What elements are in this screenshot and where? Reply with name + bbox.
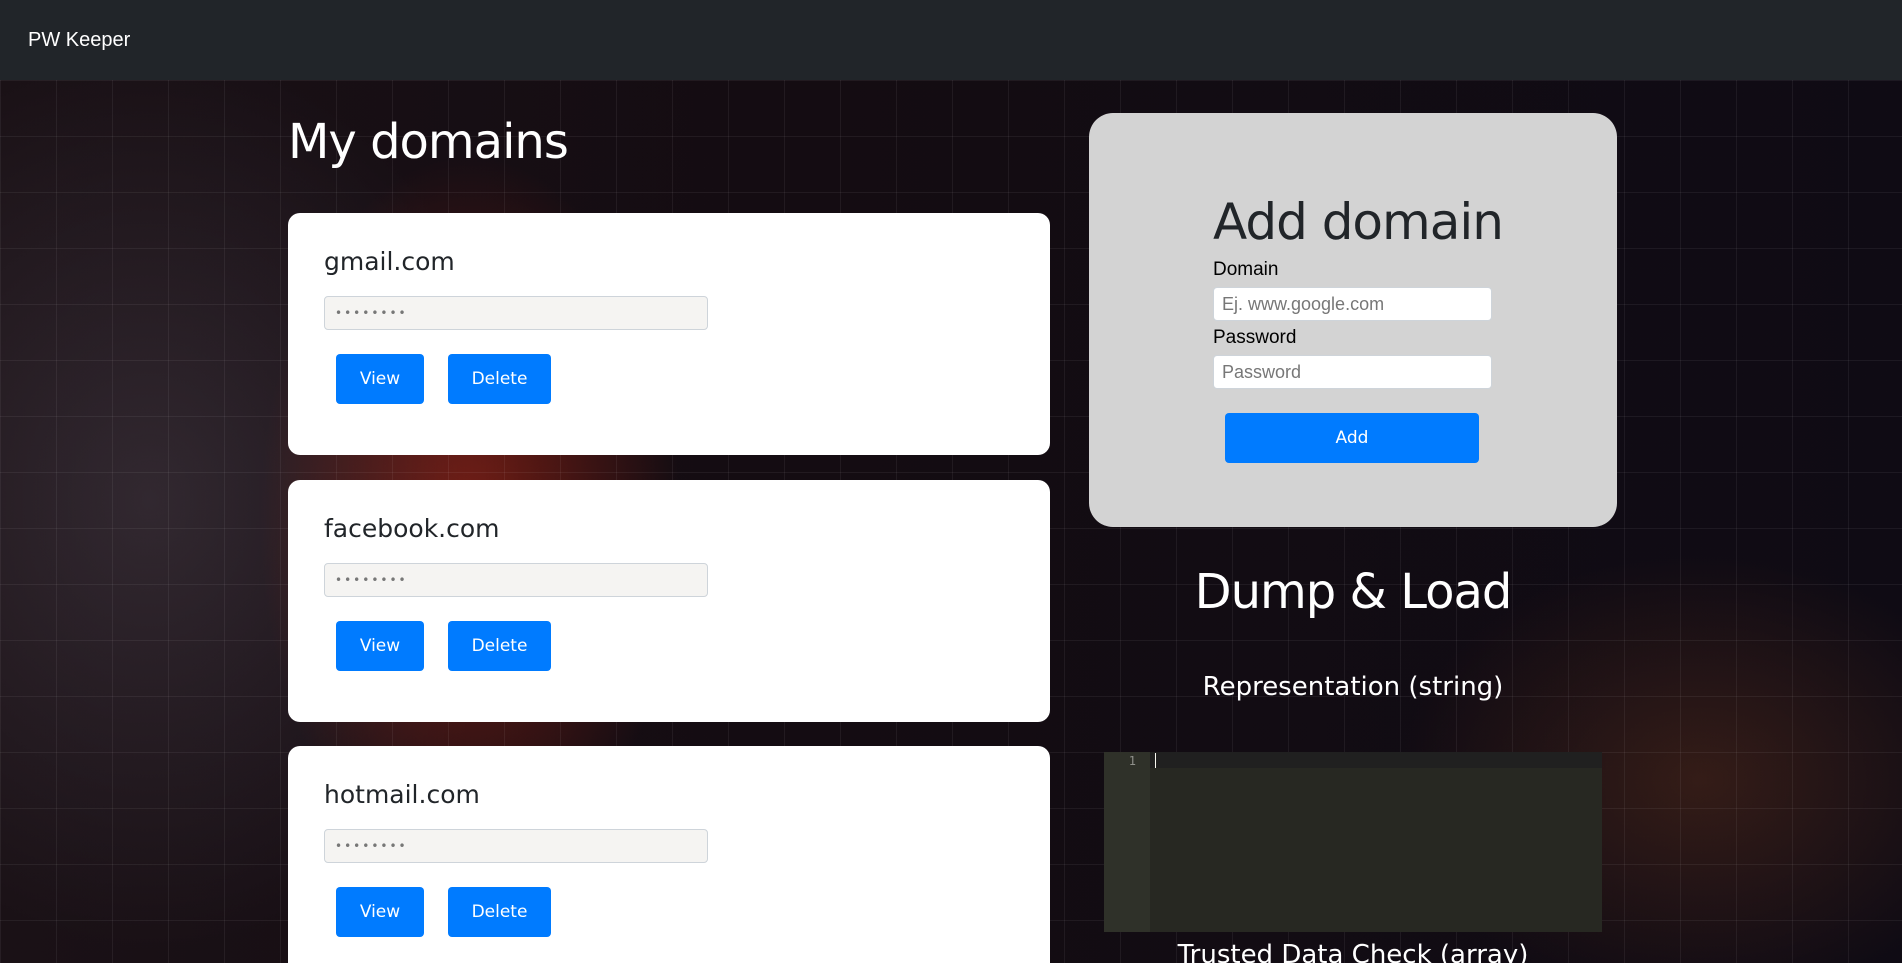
domain-card: hotmail.com •••••••• View Delete [288,746,1050,963]
editor-text-area[interactable] [1150,752,1602,932]
dump-load-title: Dump & Load [1194,564,1513,620]
domain-card: facebook.com •••••••• View Delete [288,480,1050,722]
add-domain-panel: Add domain Domain Password Add [1089,113,1617,527]
domain-card: gmail.com •••••••• View Delete [288,213,1050,455]
add-domain-title: Add domain [1213,193,1504,251]
my-domains-title: My domains [288,114,569,170]
delete-button[interactable]: Delete [448,621,551,671]
domain-label: Domain [1213,259,1279,280]
editor-gutter: 1 [1104,752,1150,932]
text-cursor [1155,753,1156,768]
trusted-data-check-label: Trusted Data Check (array) [1177,940,1529,963]
representation-label: Representation (string) [1202,672,1504,702]
active-line-highlight [1150,752,1602,768]
brand-link[interactable]: PW Keeper [28,29,130,52]
representation-editor[interactable]: 1 [1104,752,1602,932]
domain-name: hotmail.com [324,780,480,809]
add-button[interactable]: Add [1225,413,1479,463]
delete-button[interactable]: Delete [448,887,551,937]
line-number: 1 [1128,754,1136,768]
password-label: Password [1213,327,1297,348]
masked-password-field: •••••••• [324,296,708,330]
delete-button[interactable]: Delete [448,354,551,404]
masked-password-field: •••••••• [324,829,708,863]
view-button[interactable]: View [336,887,424,937]
add-domain-form: Add domain Domain Password Add [1213,193,1504,463]
masked-password-field: •••••••• [324,563,708,597]
domain-name: gmail.com [324,247,455,276]
domain-name: facebook.com [324,514,500,543]
password-input[interactable] [1213,355,1492,389]
view-button[interactable]: View [336,354,424,404]
navbar: PW Keeper [0,0,1902,80]
view-button[interactable]: View [336,621,424,671]
domain-input[interactable] [1213,287,1492,321]
